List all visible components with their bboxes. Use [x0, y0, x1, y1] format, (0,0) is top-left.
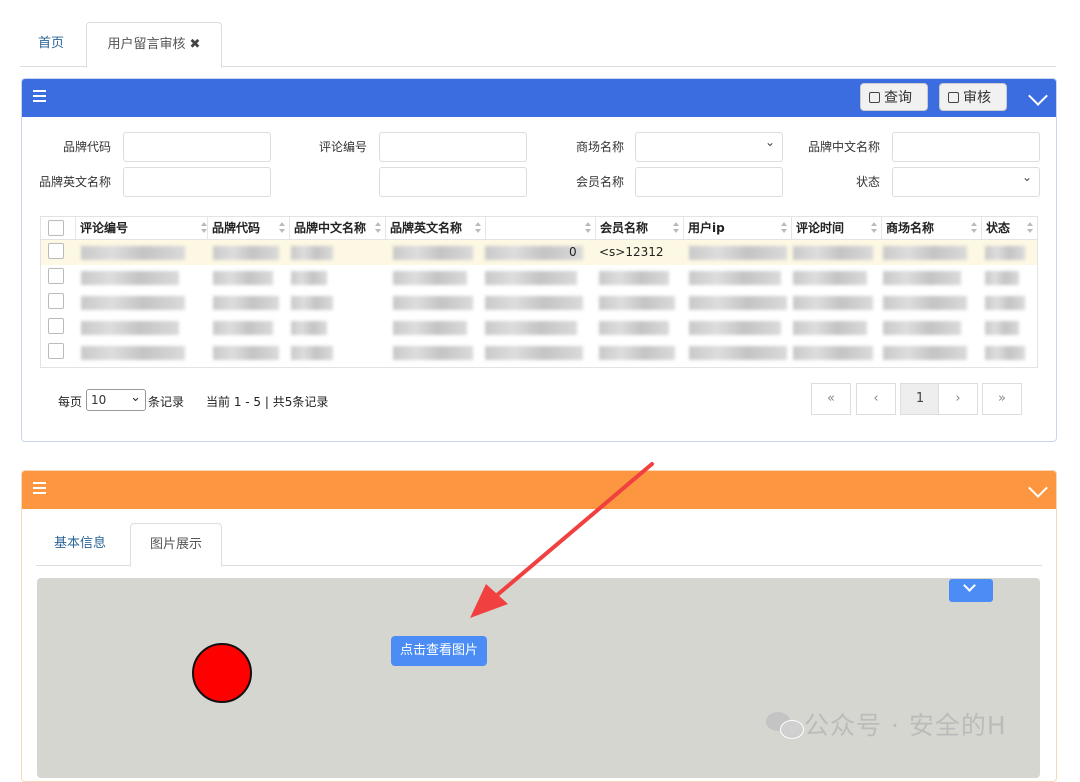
wechat-icon	[766, 712, 804, 739]
arrow-shaft	[494, 462, 654, 598]
watermark: 公众号 · 安全的H	[766, 706, 1007, 742]
annotation-arrow	[470, 462, 654, 618]
